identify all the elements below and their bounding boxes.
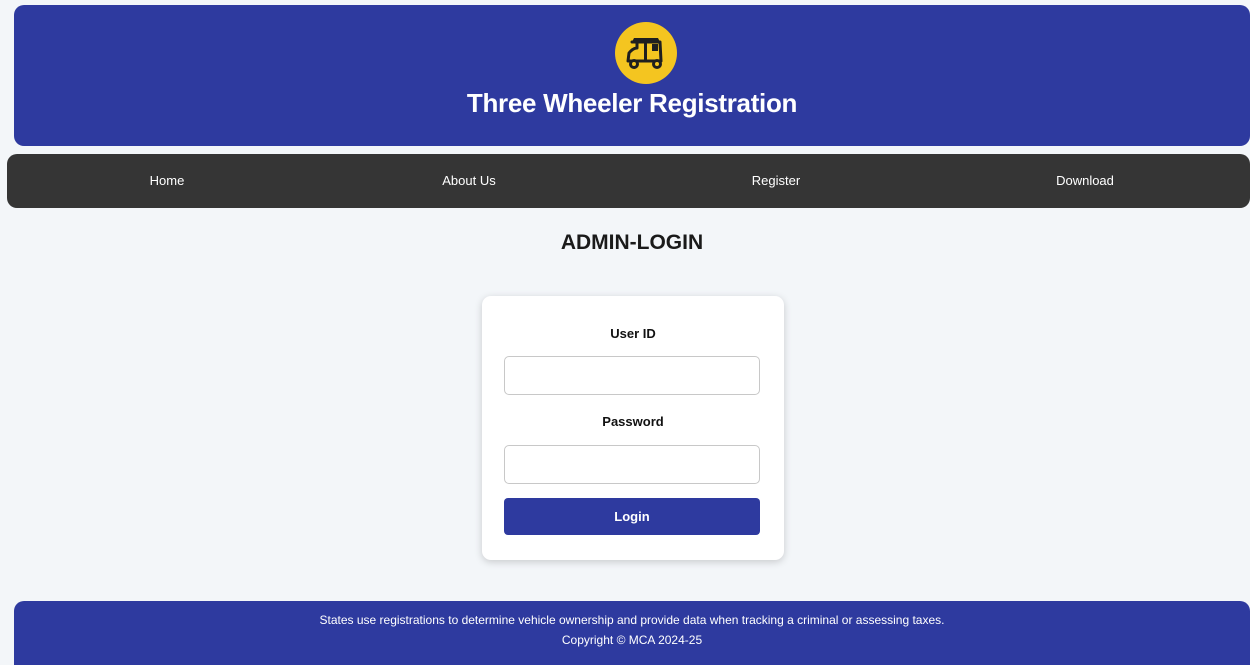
nav-about-us[interactable]: About Us bbox=[369, 154, 569, 208]
auto-rickshaw-icon bbox=[626, 38, 663, 69]
login-button[interactable]: Login bbox=[504, 498, 760, 535]
password-input[interactable] bbox=[504, 445, 760, 484]
footer-copyright: Copyright © MCA 2024-25 bbox=[561, 633, 703, 647]
footer-description: States use registrations to determine ve… bbox=[319, 613, 945, 627]
nav-home[interactable]: Home bbox=[67, 154, 267, 208]
site-header bbox=[14, 5, 1250, 146]
logo bbox=[615, 22, 677, 84]
page-title: ADMIN-LOGIN bbox=[560, 231, 704, 254]
site-footer: States use registrations to determine ve… bbox=[14, 601, 1250, 665]
user-id-label: User ID bbox=[610, 326, 656, 341]
site-title: Three Wheeler Registration bbox=[466, 88, 798, 118]
nav-register[interactable]: Register bbox=[676, 154, 876, 208]
nav-download[interactable]: Download bbox=[985, 154, 1185, 208]
main-navbar: Home About Us Register Download bbox=[7, 154, 1250, 208]
login-card: User ID Password Login bbox=[482, 296, 784, 560]
user-id-input[interactable] bbox=[504, 356, 760, 395]
password-label: Password bbox=[602, 414, 664, 429]
